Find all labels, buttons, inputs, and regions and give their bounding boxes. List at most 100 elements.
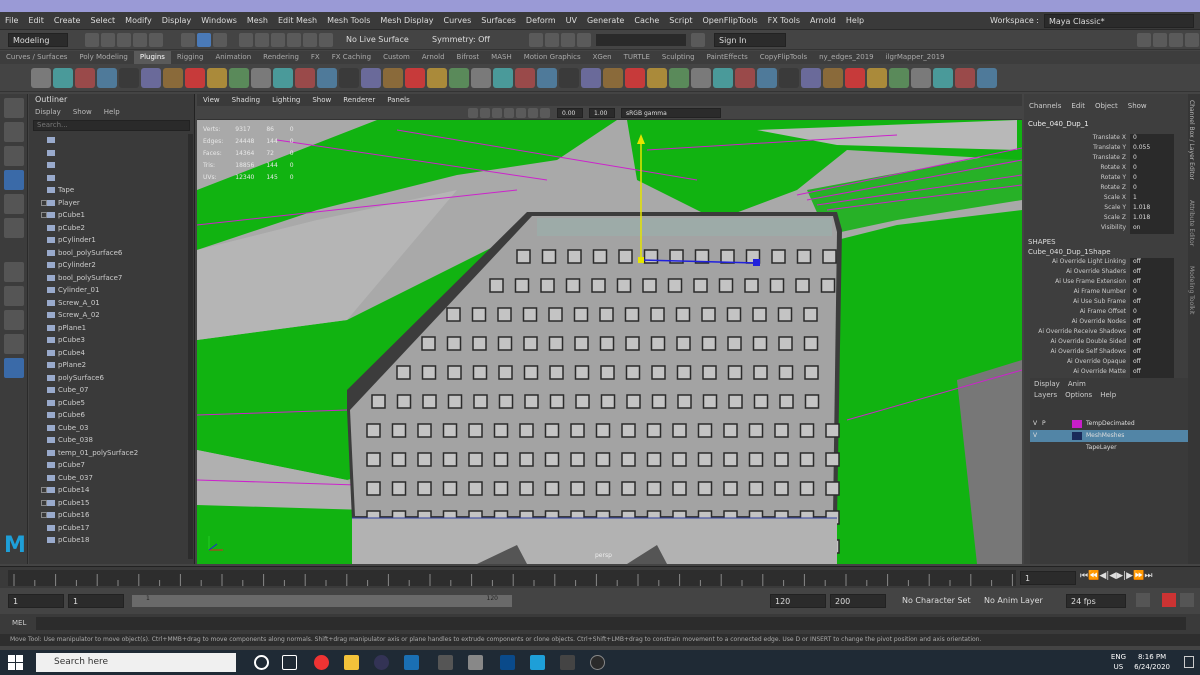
shelf-tab-plugins[interactable]: Plugins [133, 51, 171, 64]
undo-icon[interactable] [133, 32, 147, 47]
layer-menu-layers[interactable]: Layers [1030, 391, 1061, 399]
shelf-tool-icon[interactable] [295, 67, 315, 88]
attribute-row[interactable]: Translate Z 0 [1024, 154, 1188, 164]
attribute-row[interactable]: Scale X 1 [1024, 194, 1188, 204]
language-indicator[interactable]: ENG US [1111, 652, 1126, 672]
outliner-menu-show[interactable]: Show [67, 108, 98, 116]
playback-end-field[interactable]: 120 [770, 594, 826, 608]
attribute-value[interactable]: 0.055 [1130, 144, 1174, 154]
go-to-start-icon[interactable]: ⏮ [1080, 571, 1088, 581]
viewport-menu-show[interactable]: Show [306, 94, 337, 106]
viewport-menu-renderer[interactable]: Renderer [337, 94, 381, 106]
layer-menu-help[interactable]: Help [1096, 391, 1120, 399]
shelf-tool-icon[interactable] [405, 67, 425, 88]
outliner-item[interactable]: Screw_A_02 [29, 309, 189, 322]
attribute-value[interactable]: off [1130, 358, 1174, 368]
move-tool-icon[interactable] [4, 170, 24, 190]
channel-menu-show[interactable]: Show [1123, 102, 1152, 110]
menu-create[interactable]: Create [49, 12, 86, 30]
menu-mesh-tools[interactable]: Mesh Tools [322, 12, 375, 30]
step-forward-key-icon[interactable]: ⏩ [1133, 571, 1144, 581]
snap-curve-icon[interactable] [255, 32, 269, 47]
textured-icon[interactable] [492, 107, 502, 118]
outliner-item[interactable]: pCube15 [29, 497, 189, 510]
hypershade-icon[interactable] [577, 32, 591, 47]
playback-start-field[interactable]: 1 [68, 594, 124, 608]
expand-icon[interactable] [41, 487, 47, 493]
shelf-tool-icon[interactable] [955, 67, 975, 88]
shelf-tool-icon[interactable] [339, 67, 359, 88]
rotate-tool-icon[interactable] [4, 194, 24, 214]
attribute-row[interactable]: Rotate Y 0 [1024, 174, 1188, 184]
isolate-icon[interactable] [540, 107, 550, 118]
app-icon-1[interactable] [374, 655, 389, 670]
redo-icon[interactable] [149, 32, 163, 47]
menu-mesh[interactable]: Mesh [242, 12, 273, 30]
attribute-value[interactable]: 0 [1130, 174, 1174, 184]
outliner-item[interactable]: pCube14 [29, 484, 189, 497]
menu-arnold[interactable]: Arnold [805, 12, 841, 30]
outliner-item[interactable]: Screw_A_01 [29, 297, 189, 310]
mel-input[interactable] [36, 617, 1186, 630]
shelf-tab-curves-surfaces[interactable]: Curves / Surfaces [0, 51, 73, 64]
step-forward-frame-icon[interactable]: |▶ [1123, 571, 1133, 581]
app-icon-6[interactable] [560, 655, 575, 670]
shelf-tab-fx-caching[interactable]: FX Caching [326, 51, 377, 64]
attribute-row[interactable]: Visibility on [1024, 224, 1188, 234]
lasso-tool-icon[interactable] [4, 122, 24, 142]
shelf-tool-icon[interactable] [163, 67, 183, 88]
shelf-tool-icon[interactable] [31, 67, 51, 88]
channel-menu-channels[interactable]: Channels [1024, 102, 1066, 110]
go-to-end-icon[interactable]: ⏭ [1144, 571, 1152, 581]
persp-outliner-icon[interactable] [4, 334, 24, 354]
attribute-value[interactable]: 0 [1130, 134, 1174, 144]
attribute-row[interactable]: Ai Override Self Shadows off [1024, 348, 1188, 358]
snap-grid-icon[interactable] [239, 32, 253, 47]
play-backward-icon[interactable]: ◀ [1109, 571, 1116, 581]
tool-settings-icon[interactable] [1169, 32, 1183, 47]
shelf-tool-icon[interactable] [273, 67, 293, 88]
shelf-tool-icon[interactable] [867, 67, 887, 88]
outliner-item[interactable]: pCube6 [29, 409, 189, 422]
shelf-tool-icon[interactable] [845, 67, 865, 88]
gamma-field[interactable]: 1.00 [589, 107, 615, 118]
app-icon-4[interactable] [468, 655, 483, 670]
menu-edit[interactable]: Edit [23, 12, 49, 30]
color-space-dropdown[interactable]: sRGB gamma [621, 107, 721, 118]
menu-cache[interactable]: Cache [629, 12, 664, 30]
attribute-value[interactable]: on [1130, 224, 1174, 234]
menu-mesh-display[interactable]: Mesh Display [375, 12, 438, 30]
attribute-row[interactable]: Ai Override Receive Shadows off [1024, 328, 1188, 338]
notification-icon[interactable] [1184, 656, 1194, 668]
chrome-icon[interactable] [314, 655, 329, 670]
layer-color-swatch[interactable] [1072, 432, 1082, 440]
shelf-tab-rendering[interactable]: Rendering [257, 51, 305, 64]
attribute-row[interactable]: Rotate X 0 [1024, 164, 1188, 174]
app-icon-3[interactable] [438, 655, 453, 670]
shelf-tool-icon[interactable] [735, 67, 755, 88]
shelf-tool-icon[interactable] [207, 67, 227, 88]
attribute-row[interactable]: Ai Use Sub Frame off [1024, 298, 1188, 308]
menu-select[interactable]: Select [85, 12, 120, 30]
outliner-search-input[interactable]: Search... [33, 120, 190, 131]
attribute-row[interactable]: Translate X 0 [1024, 134, 1188, 144]
mode-dropdown[interactable]: Modeling [8, 32, 68, 47]
expand-icon[interactable] [41, 512, 47, 518]
viewport-menu-view[interactable]: View [197, 94, 226, 106]
outliner-menu-help[interactable]: Help [98, 108, 126, 116]
play-forward-icon[interactable]: ▶ [1116, 571, 1123, 581]
output-icon[interactable] [691, 32, 705, 47]
menu-help[interactable]: Help [841, 12, 869, 30]
range-slider[interactable]: 1 120 [132, 595, 512, 607]
shelf-tab-arnold[interactable]: Arnold [416, 51, 451, 64]
taskbar-clock[interactable]: 8:16 PM 6/24/2020 [1134, 652, 1170, 672]
attribute-row[interactable]: Ai Override Opaque off [1024, 358, 1188, 368]
shelf-tool-icon[interactable] [669, 67, 689, 88]
attribute-row[interactable]: Ai Frame Number 0 [1024, 288, 1188, 298]
shelf-tab-xgen[interactable]: XGen [587, 51, 618, 64]
range-end-field[interactable]: 200 [830, 594, 886, 608]
outliner-item[interactable]: temp_01_polySurface2 [29, 447, 189, 460]
windows-start-icon[interactable] [8, 655, 23, 670]
shelf-tool-icon[interactable] [889, 67, 909, 88]
app-icon-7[interactable] [590, 655, 605, 670]
